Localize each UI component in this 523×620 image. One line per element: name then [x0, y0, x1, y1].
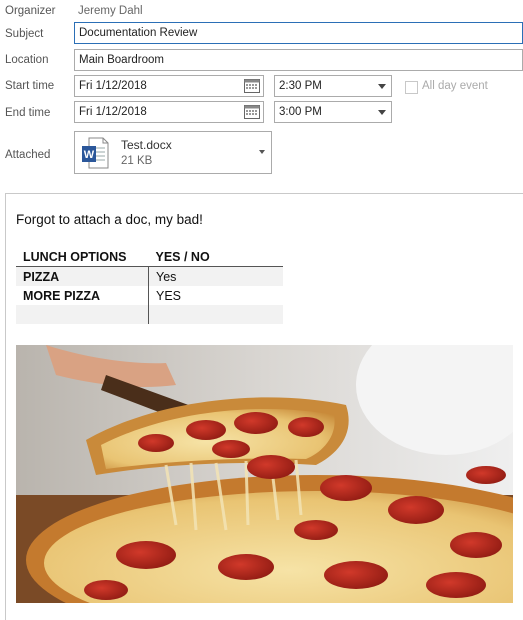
pizza-image [16, 345, 513, 603]
attached-label: Attached [5, 149, 51, 161]
all-day-label: All day event [422, 80, 488, 92]
chevron-down-icon [378, 84, 386, 89]
organizer-value: Jeremy Dahl [78, 5, 143, 17]
subject-input[interactable]: Documentation Review [74, 22, 523, 44]
start-time-text: 2:30 PM [279, 80, 322, 92]
table-cell: PIZZA [16, 266, 149, 286]
word-doc-icon: W [82, 137, 109, 169]
table-cell [16, 305, 149, 324]
calendar-icon[interactable] [244, 105, 260, 119]
chevron-down-icon [378, 110, 386, 115]
table-cell [148, 305, 283, 324]
start-time-label: Start time [5, 80, 55, 92]
calendar-icon[interactable] [244, 79, 260, 93]
all-day-checkbox[interactable] [405, 81, 418, 94]
table-cell: YES [148, 286, 283, 305]
start-date-picker[interactable]: Fri 1/12/2018 [74, 75, 264, 97]
svg-text:W: W [84, 149, 95, 161]
attachment-item[interactable]: W Test.docx 21 KB [74, 131, 272, 174]
end-time-label: End time [5, 107, 51, 119]
attachment-size: 21 KB [121, 155, 153, 167]
end-date-picker[interactable]: Fri 1/12/2018 [74, 101, 264, 123]
attachment-name: Test.docx [121, 138, 172, 152]
table-header: LUNCH OPTIONS [16, 247, 149, 267]
end-date-text: Fri 1/12/2018 [79, 106, 147, 118]
organizer-label: Organizer [5, 5, 56, 17]
attachment-menu-icon[interactable] [259, 150, 265, 154]
message-body[interactable]: Forgot to attach a doc, my bad! LUNCH OP… [5, 193, 523, 620]
table-row: PIZZA Yes [16, 266, 283, 286]
subject-label: Subject [5, 28, 44, 40]
table-row [16, 305, 283, 324]
table-cell: MORE PIZZA [23, 288, 101, 303]
location-text: Main Boardroom [79, 54, 165, 66]
table-header: YES / NO [148, 247, 283, 267]
start-time-select[interactable]: 2:30 PM [274, 75, 392, 97]
location-label: Location [5, 54, 49, 66]
end-time-select[interactable]: 3:00 PM [274, 101, 392, 123]
message-text: Forgot to attach a doc, my bad! [16, 212, 203, 227]
location-input[interactable]: Main Boardroom [74, 49, 523, 71]
end-time-text: 3:00 PM [279, 106, 322, 118]
table-row: MORE PIZZA YES [16, 286, 283, 305]
start-date-text: Fri 1/12/2018 [79, 80, 147, 92]
table-cell: Yes [148, 266, 283, 286]
lunch-table: LUNCH OPTIONS YES / NO PIZZA Yes MORE PI… [16, 247, 283, 324]
subject-text: Documentation Review [79, 27, 198, 39]
